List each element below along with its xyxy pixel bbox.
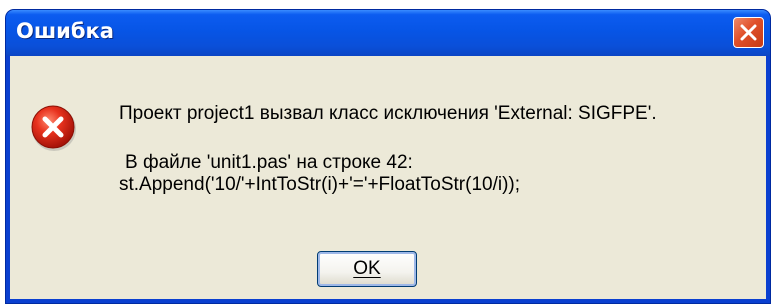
ok-button-label: OK: [353, 258, 381, 279]
close-button[interactable]: [733, 17, 764, 48]
dialog-title: Ошибка: [16, 19, 114, 43]
error-dialog: Ошибка Проект project1 вызвал класс искл…: [6, 10, 770, 303]
dialog-body: Проект project1 вызвал класс исключения …: [10, 56, 766, 299]
message-line-2: В файле 'unit1.pas' на строке 42:: [125, 152, 413, 173]
message-line-3: st.Append('10/'+IntToStr(i)+'='+FloatToS…: [119, 174, 521, 195]
title-bar[interactable]: Ошибка: [6, 10, 770, 56]
close-icon: [740, 24, 757, 41]
ok-button[interactable]: OK: [317, 251, 417, 287]
error-icon: [31, 105, 76, 151]
message-line-1: Проект project1 вызвал класс исключения …: [119, 103, 657, 124]
